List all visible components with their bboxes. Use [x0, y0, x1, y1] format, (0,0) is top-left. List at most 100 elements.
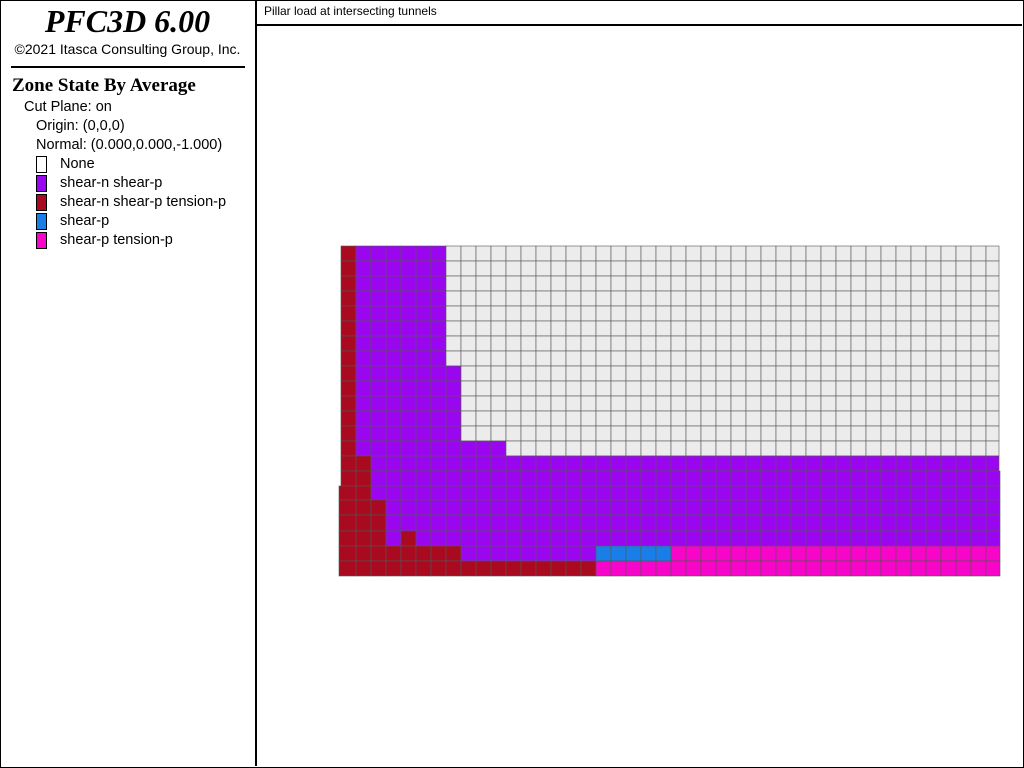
zone-cell: [805, 440, 822, 457]
zone-cell: [550, 260, 567, 277]
zone-cell: [910, 499, 927, 516]
zone-cell: [835, 470, 852, 487]
zone-cell: [520, 395, 537, 412]
zone-cell: [910, 320, 927, 337]
zone-cell: [655, 425, 672, 442]
zone-cell: [745, 260, 762, 277]
zone-cell: [730, 350, 747, 367]
zone-cell: [775, 365, 792, 382]
legend-swatch: [36, 232, 47, 249]
zone-cell: [475, 290, 492, 307]
zone-cell: [580, 455, 597, 472]
zone-cell: [550, 485, 567, 501]
zone-cell: [760, 350, 777, 367]
zone-cell: [415, 499, 432, 516]
zone-cell: [400, 440, 417, 457]
zone-cell: [445, 499, 462, 516]
zone-cell: [520, 530, 537, 547]
zone-cell: [640, 560, 657, 577]
zone-cell: [445, 290, 462, 307]
zone-cell: [520, 440, 537, 457]
zone-cell: [940, 425, 957, 442]
zone-cell: [880, 499, 897, 516]
zone-cell: [655, 545, 672, 562]
zone-cell: [340, 245, 357, 262]
zone-cell: [790, 560, 807, 577]
zone-cell: [940, 365, 957, 382]
zone-cell: [865, 440, 882, 457]
zone-cell: [760, 455, 777, 472]
zone-cell: [925, 305, 942, 322]
zone-cell: [910, 485, 927, 501]
zone-cell: [610, 290, 627, 307]
zone-cell: [460, 560, 477, 577]
zone-state-plot[interactable]: [257, 26, 1022, 766]
zone-cell: [670, 455, 687, 472]
zone-cell: [850, 350, 867, 367]
zone-cell: [745, 305, 762, 322]
zone-cell: [895, 350, 912, 367]
zone-cell: [790, 485, 807, 501]
zone-cell: [985, 350, 1000, 367]
zone-cell: [355, 499, 372, 516]
zone-cell: [820, 290, 837, 307]
zone-cell: [685, 560, 702, 577]
zone-cell: [850, 440, 867, 457]
zone-cell: [880, 455, 897, 472]
zone-cell: [985, 260, 1000, 277]
zone-cell: [415, 245, 432, 262]
zone-cell: [610, 485, 627, 501]
zone-cell: [355, 545, 372, 562]
zone-cell: [865, 380, 882, 397]
zone-cell: [385, 275, 402, 292]
zone-cell: [985, 425, 1000, 442]
zone-cell: [700, 440, 717, 457]
zone-cell: [970, 440, 987, 457]
zone-cell: [745, 499, 762, 516]
zone-cell: [415, 335, 432, 352]
zone-cell: [490, 290, 507, 307]
zone-cell: [700, 335, 717, 352]
zone-cell: [355, 350, 372, 367]
zone-cell: [535, 425, 552, 442]
zone-cell: [340, 470, 357, 487]
zone-cell: [550, 320, 567, 337]
model-viewport[interactable]: [257, 26, 1022, 766]
zone-cell: [400, 365, 417, 382]
zone-cell: [760, 560, 777, 577]
zone-cell: [955, 410, 972, 427]
zone-cell: [475, 305, 492, 322]
zone-cell: [895, 260, 912, 277]
zone-cell: [835, 560, 852, 577]
zone-cell: [550, 350, 567, 367]
zone-cell: [775, 410, 792, 427]
zone-cell: [685, 514, 702, 532]
zone-cell: [640, 485, 657, 501]
zone-cell: [910, 380, 927, 397]
zone-cell: [805, 545, 822, 562]
zone-cell: [925, 440, 942, 457]
zone-cell: [865, 320, 882, 337]
zone-cell: [535, 530, 552, 547]
zone-cell: [745, 485, 762, 501]
zone-cell: [790, 530, 807, 547]
zone-cell: [625, 380, 642, 397]
zone-cell: [490, 260, 507, 277]
zone-cell: [460, 514, 477, 532]
zone-cell: [445, 440, 462, 457]
zone-cell: [850, 470, 867, 487]
zone-cell: [760, 260, 777, 277]
zone-cell: [445, 305, 462, 322]
zone-cell: [625, 395, 642, 412]
zone-cell: [640, 440, 657, 457]
app-title: PFC3D 6.00: [44, 3, 211, 39]
zone-cell: [565, 410, 582, 427]
zone-cell: [505, 440, 522, 457]
zone-cell: [685, 470, 702, 487]
zone-cell: [685, 320, 702, 337]
zone-cell: [880, 410, 897, 427]
zone-cell: [385, 245, 402, 262]
zone-cell: [940, 335, 957, 352]
zone-cell: [430, 545, 447, 562]
zone-cell: [385, 410, 402, 427]
